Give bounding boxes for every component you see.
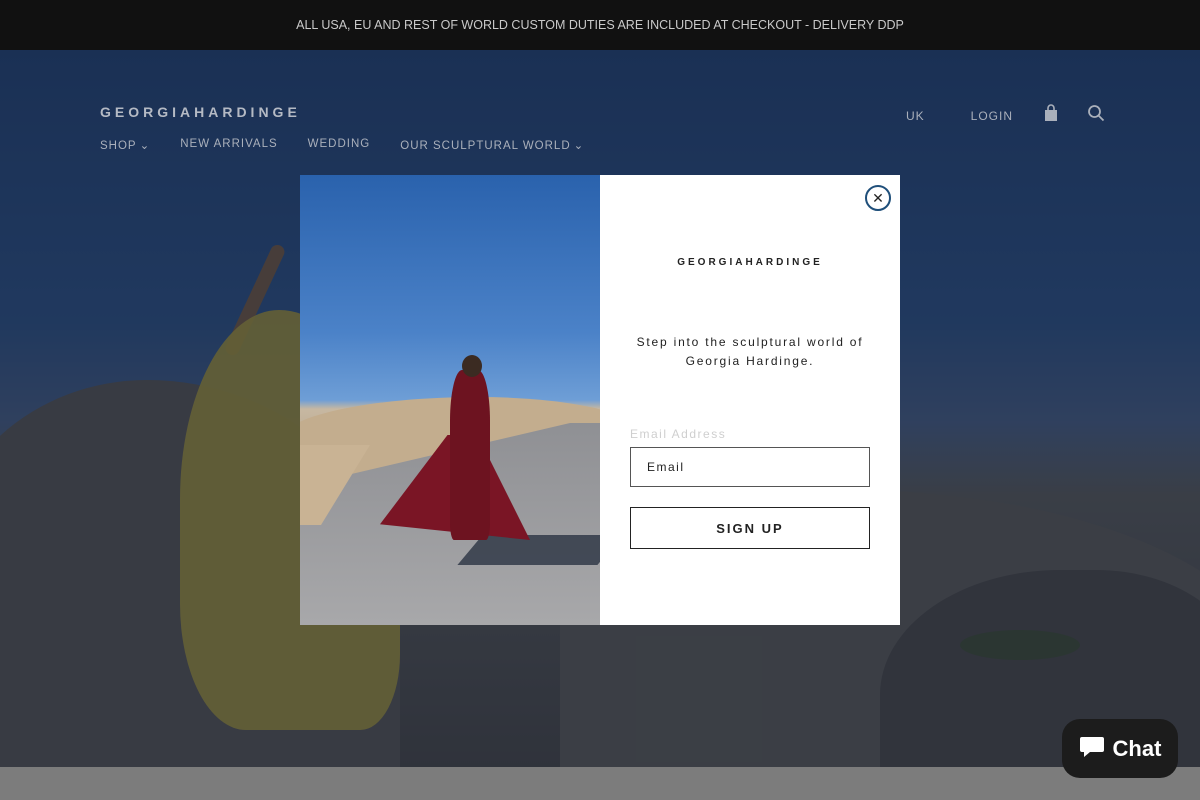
announcement-text: ALL USA, EU AND REST OF WORLD CUSTOM DUT… bbox=[296, 18, 904, 32]
nav-item-wedding[interactable]: WEDDING bbox=[308, 138, 371, 152]
modal-logo: GEORGIAHARDINGE bbox=[677, 257, 823, 268]
chevron-down-icon: ⌄ bbox=[139, 140, 151, 152]
modal-photo bbox=[300, 175, 600, 625]
sign-up-button[interactable]: SIGN UP bbox=[630, 507, 870, 549]
nav-item-our-sculptural-world[interactable]: OUR SCULPTURAL WORLD ⌄ bbox=[400, 138, 584, 152]
signup-form: ✕ GEORGIAHARDINGE Step into the sculptur… bbox=[600, 175, 900, 625]
search-icon[interactable] bbox=[1087, 104, 1105, 127]
site-logo[interactable]: GEORGIAHARDINGE bbox=[100, 104, 301, 120]
modal-tagline: Step into the sculptural world of Georgi… bbox=[636, 335, 864, 368]
cart-icon[interactable] bbox=[1041, 103, 1061, 128]
main-nav: SHOP ⌄ NEW ARRIVALS WEDDING OUR SCULPTURA… bbox=[100, 138, 584, 152]
nav-item-shop[interactable]: SHOP ⌄ bbox=[100, 138, 150, 152]
header-actions: UK LOGIN bbox=[906, 103, 1105, 128]
chat-button[interactable]: Chat bbox=[1062, 719, 1178, 778]
email-label: Email Address bbox=[630, 427, 727, 441]
region-selector[interactable]: UK bbox=[906, 109, 925, 123]
chevron-down-icon: ⌄ bbox=[573, 140, 585, 152]
close-icon[interactable]: ✕ bbox=[865, 185, 891, 211]
login-link[interactable]: LOGIN bbox=[971, 109, 1013, 123]
announcement-bar: ALL USA, EU AND REST OF WORLD CUSTOM DUT… bbox=[0, 0, 1200, 50]
email-field[interactable] bbox=[630, 447, 870, 487]
newsletter-modal: ✕ GEORGIAHARDINGE Step into the sculptur… bbox=[300, 175, 900, 625]
chat-bubble-icon bbox=[1079, 734, 1105, 764]
page-content-strip bbox=[0, 767, 1200, 800]
chat-label: Chat bbox=[1112, 735, 1162, 761]
nav-item-new-arrivals[interactable]: NEW ARRIVALS bbox=[180, 138, 277, 152]
